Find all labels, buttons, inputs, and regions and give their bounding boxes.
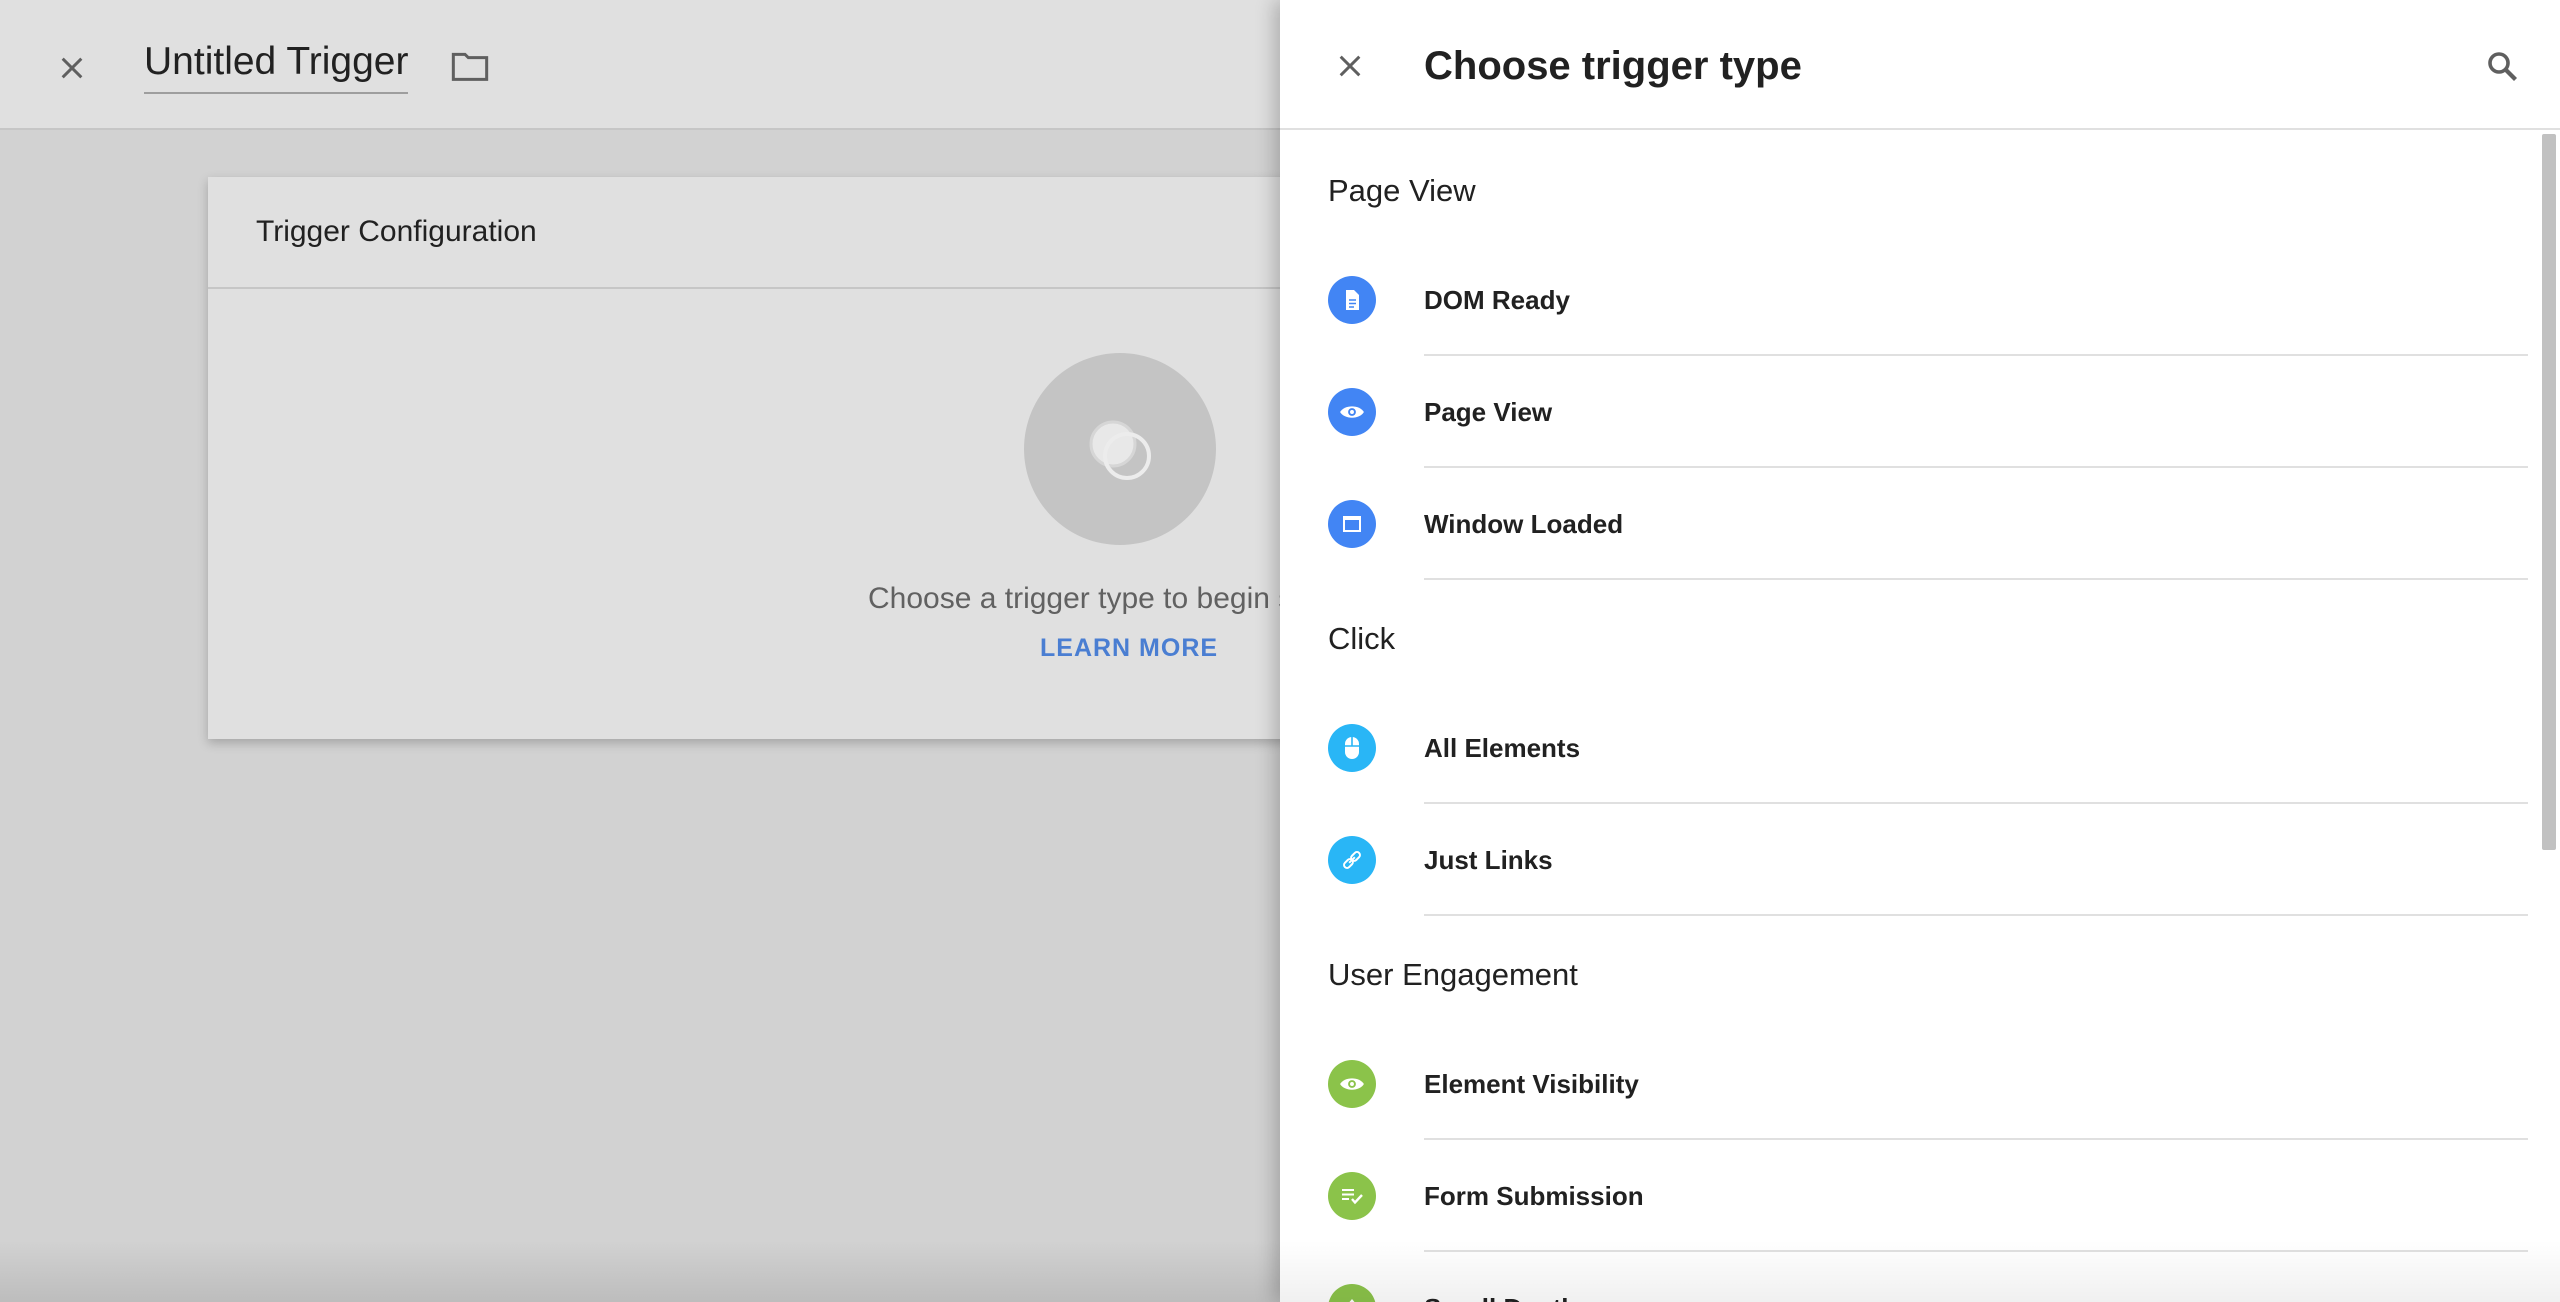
trigger-type-label: Window Loaded [1424,508,1624,539]
document-icon [1328,276,1376,324]
folder-icon[interactable] [446,44,494,88]
link-icon [1328,836,1376,884]
panel-title: Choose trigger type [1424,44,1802,88]
trigger-type-label: Scroll Depth [1424,1252,1577,1302]
group-click: Click All Elements Just Links [1280,580,2560,916]
form-check-icon [1328,1172,1376,1220]
trigger-type-all-elements[interactable]: All Elements [1280,692,2560,804]
trigger-type-label: Element Visibility [1424,1068,1639,1099]
trigger-type-dom-ready[interactable]: DOM Ready [1280,244,2560,356]
card-title: Trigger Configuration [208,177,1408,289]
trigger-type-label: All Elements [1424,732,1581,763]
bottom-shadow [0,1240,1280,1302]
close-icon[interactable] [1328,44,1372,88]
search-icon[interactable] [2480,44,2524,88]
trigger-type-just-links[interactable]: Just Links [1280,804,2560,916]
panel-header: Choose trigger type [1280,0,2560,130]
trigger-placeholder-icon[interactable] [1024,353,1216,545]
mouse-icon [1328,724,1376,772]
choose-trigger-type-panel: Choose trigger type Page View DOM Ready … [1280,0,2560,1302]
trigger-type-form-submission[interactable]: Form Submission [1280,1140,2560,1252]
eye-icon [1328,388,1376,436]
trigger-type-window-loaded[interactable]: Window Loaded [1280,468,2560,580]
scrollbar-thumb[interactable] [2542,134,2556,850]
window-icon [1328,500,1376,548]
group-page-view: Page View DOM Ready Page View Window Loa… [1280,132,2560,580]
trigger-type-scroll-depth[interactable]: Scroll Depth [1280,1252,2560,1302]
trigger-type-label: DOM Ready [1424,284,1570,315]
trigger-type-label: Just Links [1424,844,1553,875]
learn-more-link[interactable]: LEARN MORE [1040,634,1218,663]
group-title: Click [1328,621,1396,656]
group-title: Page View [1328,173,1476,208]
scroll-depth-icon [1328,1284,1376,1302]
trigger-type-page-view[interactable]: Page View [1280,356,2560,468]
group-title: User Engagement [1328,957,1578,992]
trigger-name-field[interactable]: Untitled Trigger [144,40,409,94]
trigger-configuration-card[interactable]: Trigger Configuration Choose a trigger t… [208,177,1408,739]
trigger-type-list[interactable]: Page View DOM Ready Page View Window Loa… [1280,132,2560,1302]
trigger-type-label: Page View [1424,396,1553,427]
close-icon[interactable] [50,46,94,90]
trigger-type-label: Form Submission [1424,1180,1644,1211]
group-user-engagement: User Engagement Element Visibility Form … [1280,916,2560,1302]
eye-icon [1328,1060,1376,1108]
trigger-type-element-visibility[interactable]: Element Visibility [1280,1028,2560,1140]
